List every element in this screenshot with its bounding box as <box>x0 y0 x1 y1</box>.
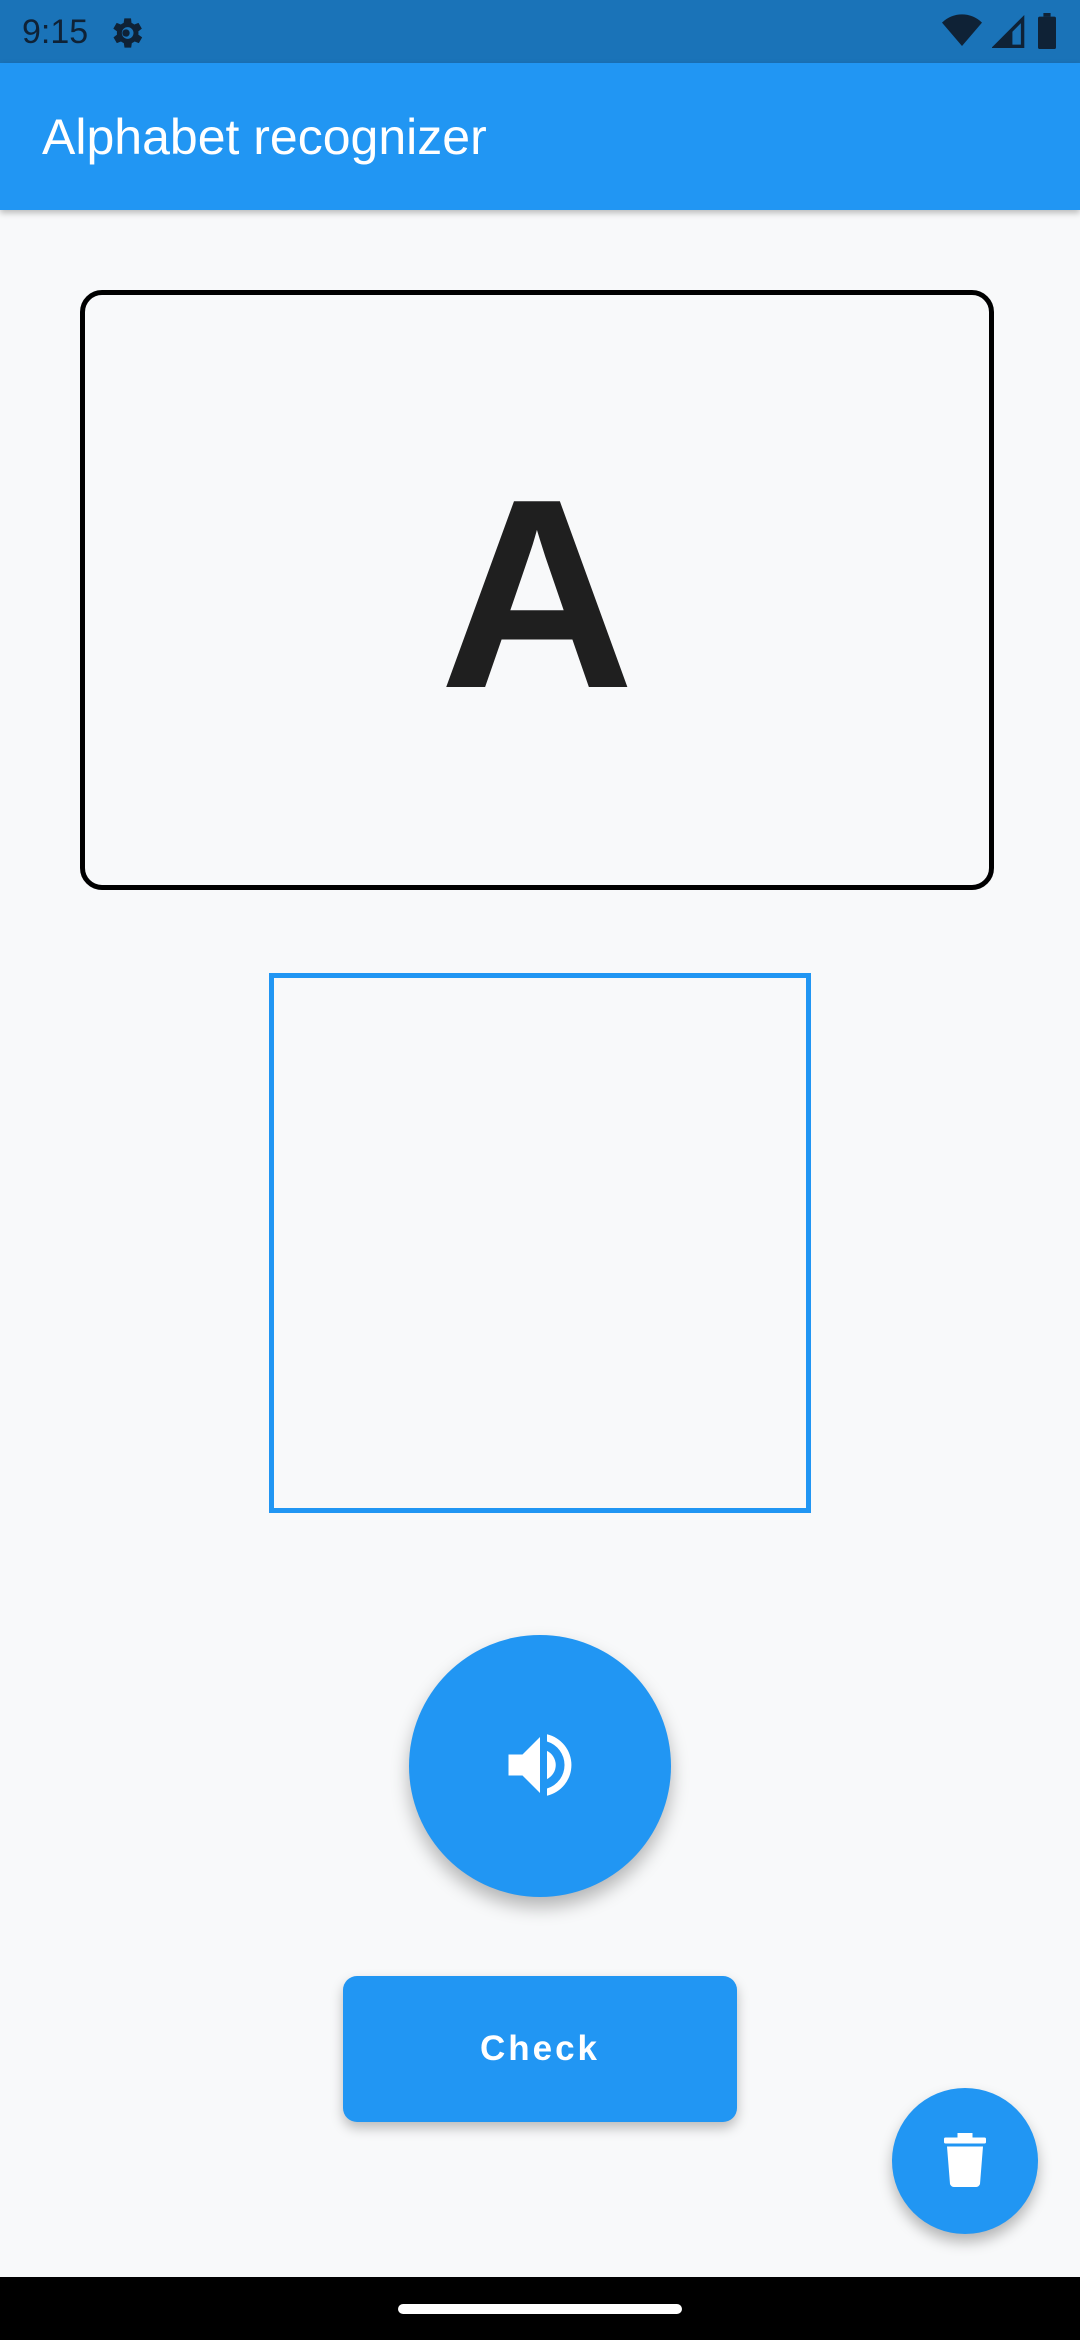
battery-icon <box>1036 12 1058 54</box>
system-nav-bar <box>0 2277 1080 2340</box>
home-indicator[interactable] <box>398 2304 682 2314</box>
delete-button[interactable] <box>892 2088 1038 2234</box>
settings-gear-icon <box>106 13 146 53</box>
drawing-canvas[interactable] <box>269 973 811 1513</box>
app-bar: Alphabet recognizer <box>0 63 1080 210</box>
status-icons <box>942 12 1058 54</box>
letter-card: A <box>80 290 994 890</box>
signal-icon <box>991 14 1026 53</box>
check-button[interactable]: Check <box>343 1976 737 2122</box>
target-letter: A <box>439 444 635 745</box>
wifi-icon <box>942 13 982 53</box>
status-bar: 9:15 <box>0 0 1080 63</box>
app-title: Alphabet recognizer <box>42 109 487 165</box>
volume-up-icon <box>498 1723 582 1810</box>
status-time: 9:15 <box>22 13 89 51</box>
speak-button[interactable] <box>409 1635 671 1897</box>
trash-icon <box>943 2132 987 2190</box>
